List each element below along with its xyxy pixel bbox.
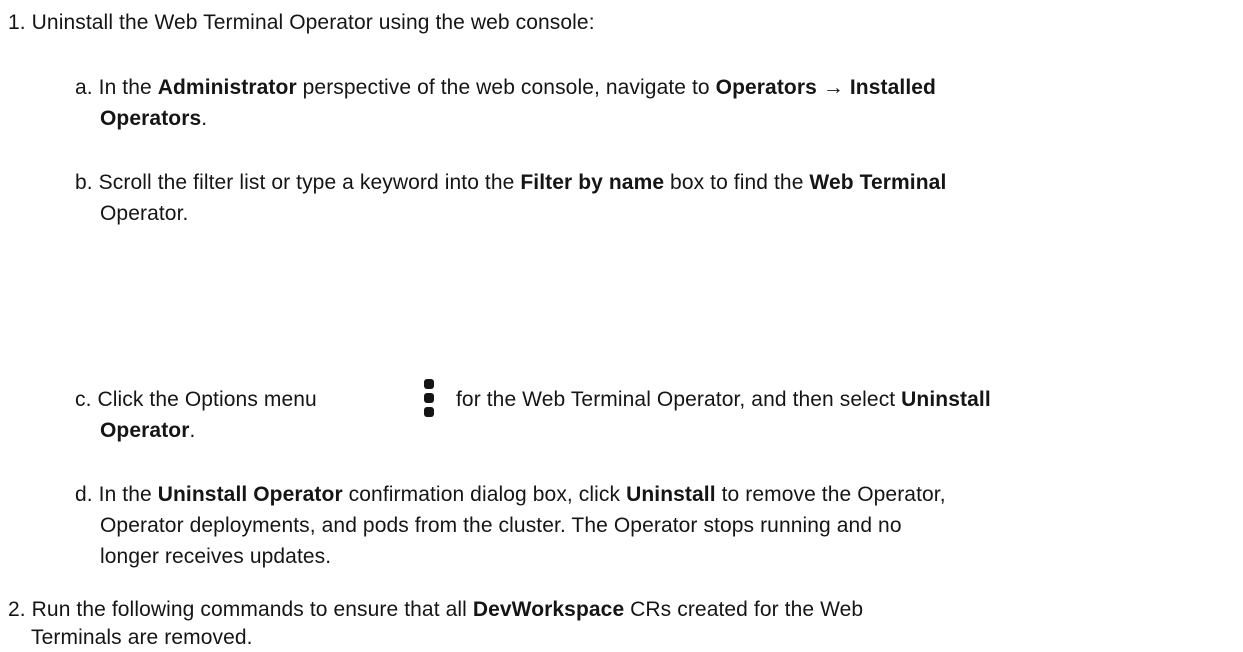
substep-b-line-2: Operator. <box>100 202 189 225</box>
bold-term: Filter by name <box>520 171 665 194</box>
bold-term: Uninstall Operator <box>157 483 343 506</box>
step-2-line-1: 2. Run the following commands to ensure … <box>8 598 864 621</box>
substep-a-line-2: Operators. <box>100 107 208 130</box>
bold-term: Administrator <box>157 76 297 99</box>
bold-term: Uninstall <box>901 388 991 411</box>
substep-letter: c. <box>75 388 92 411</box>
substep-letter: d. <box>75 483 93 506</box>
substep-letter: a. <box>75 76 93 99</box>
substep-d-line-1: d. In the Uninstall Operator confirmatio… <box>75 483 946 506</box>
substep-d-line-3: longer receives updates. <box>100 545 332 568</box>
step-number: 2. <box>8 598 26 621</box>
step-2-line-2: Terminals are removed. <box>31 626 253 649</box>
step-1-line: 1. Uninstall the Web Terminal Operator u… <box>8 9 595 37</box>
substep-letter: b. <box>75 171 93 194</box>
bold-term: DevWorkspace <box>472 598 625 621</box>
bold-term: Web Terminal <box>809 171 947 194</box>
bold-term: Operator <box>100 419 190 442</box>
substep-c-line-1: c. Click the Options menu <box>75 388 317 411</box>
substep-c-line-2: Operator. <box>100 419 196 442</box>
bold-term: Uninstall <box>626 483 716 506</box>
bold-term: Operators → Installed <box>715 76 936 99</box>
substep-a-line-1: a. In the Administrator perspective of t… <box>75 76 936 99</box>
substep-c-line-1-cont: for the Web Terminal Operator, and then … <box>456 388 991 411</box>
kebab-vertical-icon <box>424 379 434 419</box>
substep-b-line-1: b. Scroll the filter list or type a keyw… <box>75 171 947 194</box>
substep-d-line-2: Operator deployments, and pods from the … <box>100 514 902 537</box>
step-number: 1. <box>8 11 26 34</box>
step-text: Uninstall the Web Terminal Operator usin… <box>31 11 595 34</box>
bold-term: Operators <box>100 107 202 130</box>
